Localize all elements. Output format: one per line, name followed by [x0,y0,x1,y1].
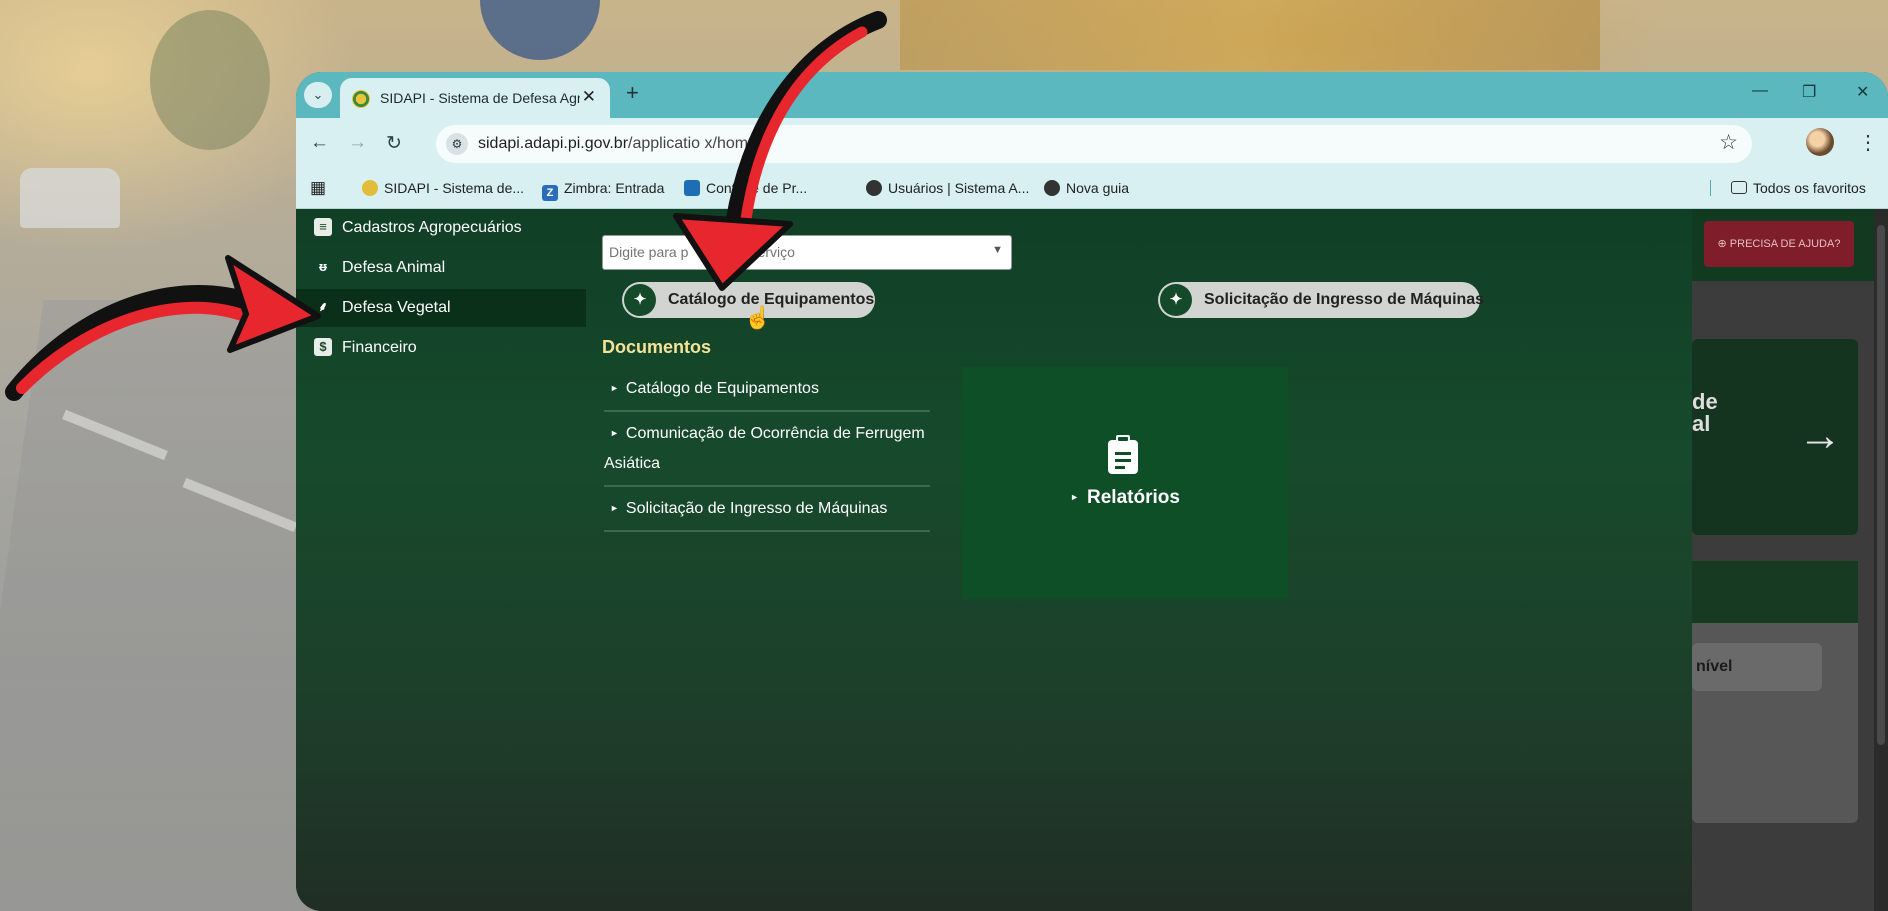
document-icon: ≡ [314,218,332,236]
sidebar-item-label: Cadastros Agropecuários [342,219,522,236]
sidebar-item-financeiro[interactable]: $ Financeiro [296,329,586,367]
triangle-icon: ► [610,383,619,393]
triangle-icon: ► [1070,492,1079,502]
tab-bar: ⌄ SIDAPI - Sistema de Defesa Agr ✕ + — ❐… [296,72,1888,118]
sidapi-favicon-icon [362,180,378,196]
globe-icon [866,180,882,196]
reports-label: Relatórios [1087,487,1180,508]
browser-toolbar: ← → ↻ ⚙ sidapi.adapi.pi.gov.br/applicati… [296,118,1888,170]
bookmark-label: Zimbra: Entrada [564,180,665,196]
help-header: ⊕ PRECISA DE AJUDA? [1692,209,1888,281]
bookmark-nova-guia[interactable]: Nova guia [1044,180,1129,196]
new-tab-button[interactable]: + [626,80,639,106]
folder-icon [1731,181,1747,194]
scrollbar[interactable] [1874,209,1888,911]
triangle-icon: ► [610,503,619,513]
document-link[interactable]: ► Comunicação de Ocorrência de Ferrugem A… [604,412,930,487]
apps-grid-icon[interactable]: ▦ [310,178,326,198]
truck-shape [900,0,1600,70]
zimbra-icon: Z [542,185,558,201]
globe-icon [1044,180,1060,196]
road-sign-shape [480,0,600,60]
card-text-line: al [1692,411,1711,436]
browser-menu-icon[interactable]: ⋮ [1858,130,1878,155]
reports-label-row: ► Relatórios [962,487,1288,509]
triangle-icon: ► [610,428,619,438]
arrow-right-icon: → [1798,411,1842,460]
all-bookmarks[interactable]: Todos os favoritos [1710,180,1866,196]
bookmark-label: Controle de Pr... [706,180,808,196]
sidebar-item-defesa-vegetal[interactable]: ⸙ Defesa Vegetal [296,289,586,327]
tab-title: SIDAPI - Sistema de Defesa Agr [380,90,580,106]
cow-icon: ᵿ [318,259,328,274]
bookmark-star-icon[interactable]: ☆ [1719,130,1738,155]
url-path: /applicatio x/home [628,135,757,152]
shortcut-solicitacao-ingresso[interactable]: ✦ Solicitação de Ingresso de Máquinas [1158,282,1484,318]
dimmed-card[interactable]: de al → [1692,339,1858,535]
chevron-down-icon[interactable]: ▼ [992,244,1003,256]
shortcut-label: Solicitação de Ingresso de Máquinas [1204,291,1485,308]
document-link[interactable]: ► Solicitação de Ingresso de Máquinas [604,487,930,532]
bookmark-label: SIDAPI - Sistema de... [384,180,525,196]
sidapi-favicon-icon [352,90,370,108]
close-window-icon[interactable]: ✕ [1856,82,1869,102]
sei-icon [684,180,700,196]
car-shape [20,168,120,228]
bookmark-label: Usuários | Sistema A... [888,180,1030,196]
bookmark-controle[interactable]: Controle de Pr... [684,180,807,196]
all-bookmarks-label: Todos os favoritos [1753,180,1866,196]
sidebar-item-label: Financeiro [342,339,417,356]
browser-tab[interactable]: SIDAPI - Sistema de Defesa Agr ✕ [340,78,610,118]
certificate-icon: ✦ [624,284,656,316]
site-info-icon[interactable]: ⚙ [446,133,468,155]
browser-window: ⌄ SIDAPI - Sistema de Defesa Agr ✕ + — ❐… [296,72,1888,911]
document-link[interactable]: ► Catálogo de Equipamentos [604,367,930,412]
address-bar[interactable]: ⚙ sidapi.adapi.pi.gov.br/applicatio x/ho… [436,125,1752,163]
forward-icon[interactable]: → [348,132,367,154]
profile-avatar[interactable] [1806,128,1834,156]
sidebar-item-defesa-animal[interactable]: ᵿ Defesa Animal [296,249,586,287]
url-text: sidapi.adapi.pi.gov.br/applicatio x/home [478,135,757,153]
documents-list: ► Catálogo de Equipamentos ► Comunicação d… [604,367,930,532]
tab-search-button[interactable]: ⌄ [304,82,332,108]
service-search-select[interactable]: ▼ [602,235,1012,270]
card-text: de al [1692,391,1718,435]
certificate-icon: ✦ [1160,284,1192,316]
sidebar-item-label: Defesa Animal [342,259,446,276]
tree-shape [150,10,270,150]
tab-close-icon[interactable]: ✕ [582,87,596,107]
minimize-icon[interactable]: — [1752,82,1768,100]
wheat-icon: ⸙ [318,299,328,314]
unavailable-button[interactable]: nível [1692,643,1822,691]
panel-header [1692,561,1858,623]
reload-icon[interactable]: ↻ [386,132,402,155]
dimmed-panel: nível [1692,561,1858,823]
bookmark-usuarios[interactable]: Usuários | Sistema A... [866,180,1029,196]
bookmark-sidapi[interactable]: SIDAPI - Sistema de... [362,180,524,196]
reports-card[interactable]: ► Relatórios [962,367,1288,599]
url-host: sidapi.adapi.pi.gov.br [478,135,629,152]
help-button[interactable]: ⊕ PRECISA DE AJUDA? [1704,221,1854,267]
service-search-input[interactable] [603,236,975,267]
bookmark-label: Nova guia [1066,180,1130,196]
restore-icon[interactable]: ❐ [1802,82,1816,102]
sidebar-item-label: Defesa Vegetal [342,299,451,316]
bookmark-zimbra[interactable]: Z Zimbra: Entrada [542,180,664,201]
dollar-icon: $ [314,338,332,356]
scrollbar-thumb[interactable] [1877,225,1885,745]
hand-cursor-icon: ☝ [744,305,772,330]
documents-heading: Documentos [602,337,712,357]
clipboard-icon [1108,435,1138,474]
right-panel-overlay: ⊕ PRECISA DE AJUDA? de al → nível [1692,209,1888,911]
bookmarks-bar: ▦ SIDAPI - Sistema de... Z Zimbra: Entrad… [296,170,1888,209]
document-label: Solicitação de Ingresso de Máquinas [625,500,888,517]
page-content: ≡ Cadastros Agropecuários ᵿ Defesa Anima… [296,209,1692,911]
document-label: Comunicação de Ocorrência de Ferrugem As… [604,425,925,472]
document-label: Catálogo de Equipamentos [625,380,819,397]
back-icon[interactable]: ← [310,132,329,154]
button-label: nível [1696,658,1733,675]
sidebar-item-cadastros[interactable]: ≡ Cadastros Agropecuários [296,209,586,247]
